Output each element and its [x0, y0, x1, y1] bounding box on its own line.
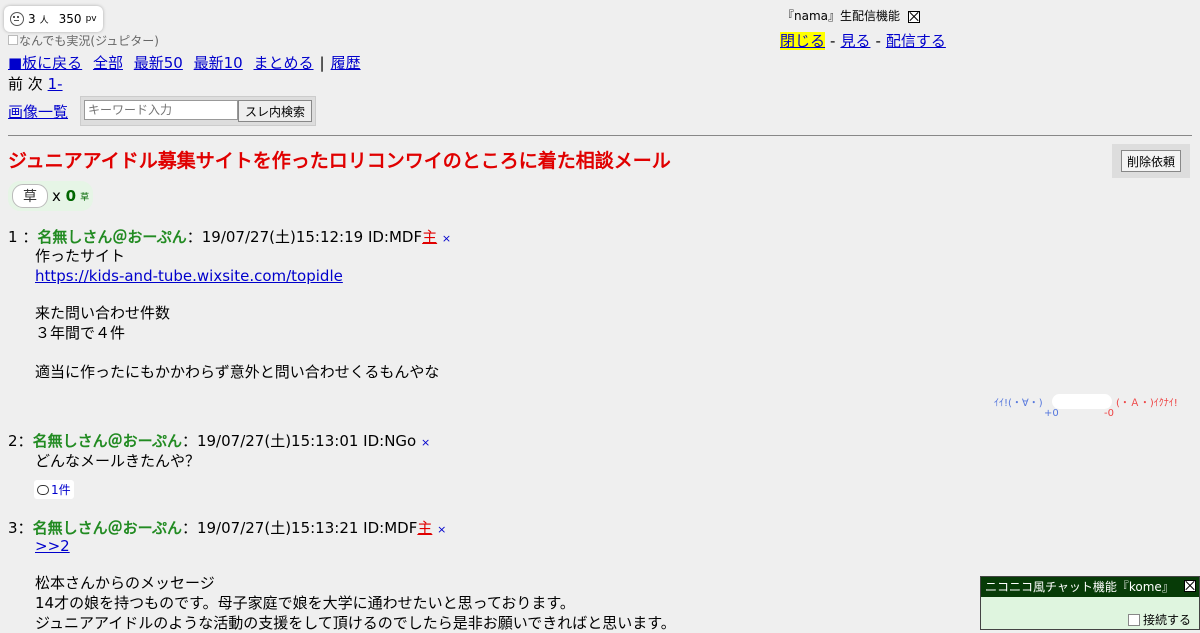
chat-title: ニコニコ風チャット機能『kome』: [985, 580, 1174, 594]
post-line: ジュニアアイドルのような活動の支援をして頂けるのでしたら是非お願いできればと思い…: [35, 614, 676, 632]
latest50-link[interactable]: 最新50: [134, 54, 183, 72]
face-icon: [10, 12, 24, 26]
nav-separator: |: [319, 54, 325, 72]
post-number: 1: [8, 228, 18, 246]
board-square-icon: [8, 35, 18, 45]
thread-nav: ■板に戻る 全部 最新50 最新10 まとめる | 履歴: [8, 52, 367, 73]
hide-post-icon[interactable]: ×: [437, 523, 446, 536]
board-name: なんでも実況(ジュピター): [8, 32, 159, 49]
post-line: 松本さんからのメッセージ: [35, 574, 215, 592]
good-vote-button[interactable]: ｲｲ!(・∀・): [994, 394, 1043, 409]
delete-request-area: 削除依頼: [1112, 144, 1190, 178]
post-body-3: >>2 松本さんからのメッセージ 14才の娘を持つものです。母子家庭で娘を大学に…: [35, 536, 676, 633]
viewer-counter: 3人 350 pv: [4, 6, 103, 32]
range-link[interactable]: 1-: [48, 75, 63, 93]
post-body-1: 作ったサイト https://kids-and-tube.wixsite.com…: [35, 246, 439, 382]
people-unit: 人: [39, 15, 49, 26]
kusa-x: x: [52, 187, 61, 205]
post-number: 2: [8, 432, 18, 450]
latest10-link[interactable]: 最新10: [194, 54, 243, 72]
kusa-reaction: 草 x 0 草: [8, 181, 94, 211]
reply-count: 1件: [51, 483, 71, 497]
image-list-link[interactable]: 画像一覧: [8, 101, 68, 122]
site-link[interactable]: https://kids-and-tube.wixsite.com/topidl…: [35, 267, 343, 285]
vote-widget: ｲｲ!(・∀・) (・Ａ・)ｲｸﾅｲ! +0 -0: [994, 394, 1190, 419]
post-separator: ：: [17, 432, 33, 450]
search-box: スレ内検索: [80, 96, 317, 126]
post-datetime: ：19/07/27(土)15:12:19 ID:MDF: [186, 228, 423, 246]
kusa-number: 0: [65, 187, 77, 205]
kusa-count: x 0: [52, 187, 76, 205]
post-separator: ：: [17, 519, 33, 537]
close-icon[interactable]: [1184, 580, 1196, 592]
board-name-text: なんでも実況(ジュピター): [19, 34, 159, 48]
all-link[interactable]: 全部: [93, 54, 123, 72]
kome-chat-panel: ニコニコ風チャット機能『kome』 接続する: [980, 576, 1200, 630]
nama-close-link[interactable]: 閉じる: [780, 32, 826, 50]
nama-links: 閉じる - 見る - 配信する: [780, 30, 946, 51]
connect-label: 接続する: [1142, 613, 1191, 627]
post-line: 来た問い合わせ件数: [35, 304, 171, 322]
post-header-1: 1 ：名無しさん＠おーぷん：19/07/27(土)15:12:19 ID:MDF…: [8, 226, 451, 247]
op-mark[interactable]: 主: [422, 228, 437, 246]
matome-link[interactable]: まとめる: [254, 54, 314, 72]
prev-label[interactable]: 前: [8, 75, 23, 93]
search-button[interactable]: スレ内検索: [238, 100, 313, 122]
post-separator: ：: [22, 228, 38, 246]
kusa-button[interactable]: 草: [12, 184, 48, 208]
anchor-link[interactable]: >>2: [35, 537, 70, 555]
nama-separator: -: [875, 32, 881, 50]
nama-stream-link[interactable]: 配信する: [886, 32, 946, 50]
post-body-2: どんなメールきたんや？: [35, 451, 200, 471]
poster-name: 名無しさん＠おーぷん: [32, 432, 182, 450]
nama-label: 『nama』生配信機能: [782, 9, 901, 23]
chat-connect[interactable]: 接続する: [1127, 611, 1191, 628]
nama-view-link[interactable]: 見る: [840, 32, 870, 50]
post-line: ３年間で４件: [35, 324, 126, 342]
nama-header: 『nama』生配信機能: [782, 7, 921, 24]
post-datetime: ：19/07/27(土)15:13:21 ID:MDF: [181, 519, 418, 537]
post-header-3: 3：名無しさん＠おーぷん：19/07/27(土)15:13:21 ID:MDF主…: [8, 517, 446, 538]
poster-name: 名無しさん＠おーぷん: [37, 228, 187, 246]
reply-count-button[interactable]: 1件: [34, 480, 74, 499]
history-link[interactable]: 履歴: [331, 54, 361, 72]
delete-request-button[interactable]: 削除依頼: [1120, 150, 1181, 172]
bad-count: -0: [1104, 408, 1114, 419]
post-line: 作ったサイト: [35, 247, 126, 265]
divider: [8, 135, 1192, 136]
pv-unit: pv: [85, 14, 97, 24]
connect-checkbox[interactable]: [1127, 613, 1140, 626]
next-label[interactable]: 次: [28, 75, 43, 93]
post-number: 3: [8, 519, 18, 537]
good-count: +0: [1044, 408, 1059, 419]
thread-title: ジュニアアイドル募集サイトを作ったロリコンワイのところに着た相談メール: [8, 150, 671, 172]
kusa-unit: 草: [80, 192, 90, 203]
poster-name: 名無しさん＠おーぷん: [32, 519, 182, 537]
nama-separator: -: [830, 32, 836, 50]
nama-close-checkbox-icon[interactable]: [908, 10, 921, 23]
post-line: 適当に作ったにもかかわらず意外と問い合わせくるもんやな: [35, 363, 440, 381]
back-to-board-link[interactable]: ■板に戻る: [8, 54, 82, 72]
hide-post-icon[interactable]: ×: [442, 232, 451, 245]
hide-post-icon[interactable]: ×: [421, 436, 430, 449]
pv-count: 350: [58, 12, 82, 26]
post-line: どんなメールきたんや？: [35, 452, 201, 470]
chat-header: ニコニコ風チャット機能『kome』: [981, 577, 1199, 597]
search-input[interactable]: [84, 100, 239, 120]
op-mark[interactable]: 主: [417, 519, 432, 537]
bad-vote-button[interactable]: (・Ａ・)ｲｸﾅｲ!: [1116, 394, 1178, 409]
post-header-2: 2：名無しさん＠おーぷん：19/07/27(土)15:13:01 ID:NGo …: [8, 430, 430, 451]
vote-bar: [1052, 394, 1112, 409]
post-line: 14才の娘を持つものです。母子家庭で娘を大学に通わせたいと思っております。: [35, 594, 575, 612]
pager: 前 次 1-: [8, 73, 63, 94]
speech-bubble-icon: [37, 484, 49, 495]
image-search-row: 画像一覧 スレ内検索: [8, 96, 317, 126]
people-count: 3: [28, 12, 36, 26]
post-datetime: ：19/07/27(土)15:13:01 ID:NGo: [181, 432, 417, 450]
